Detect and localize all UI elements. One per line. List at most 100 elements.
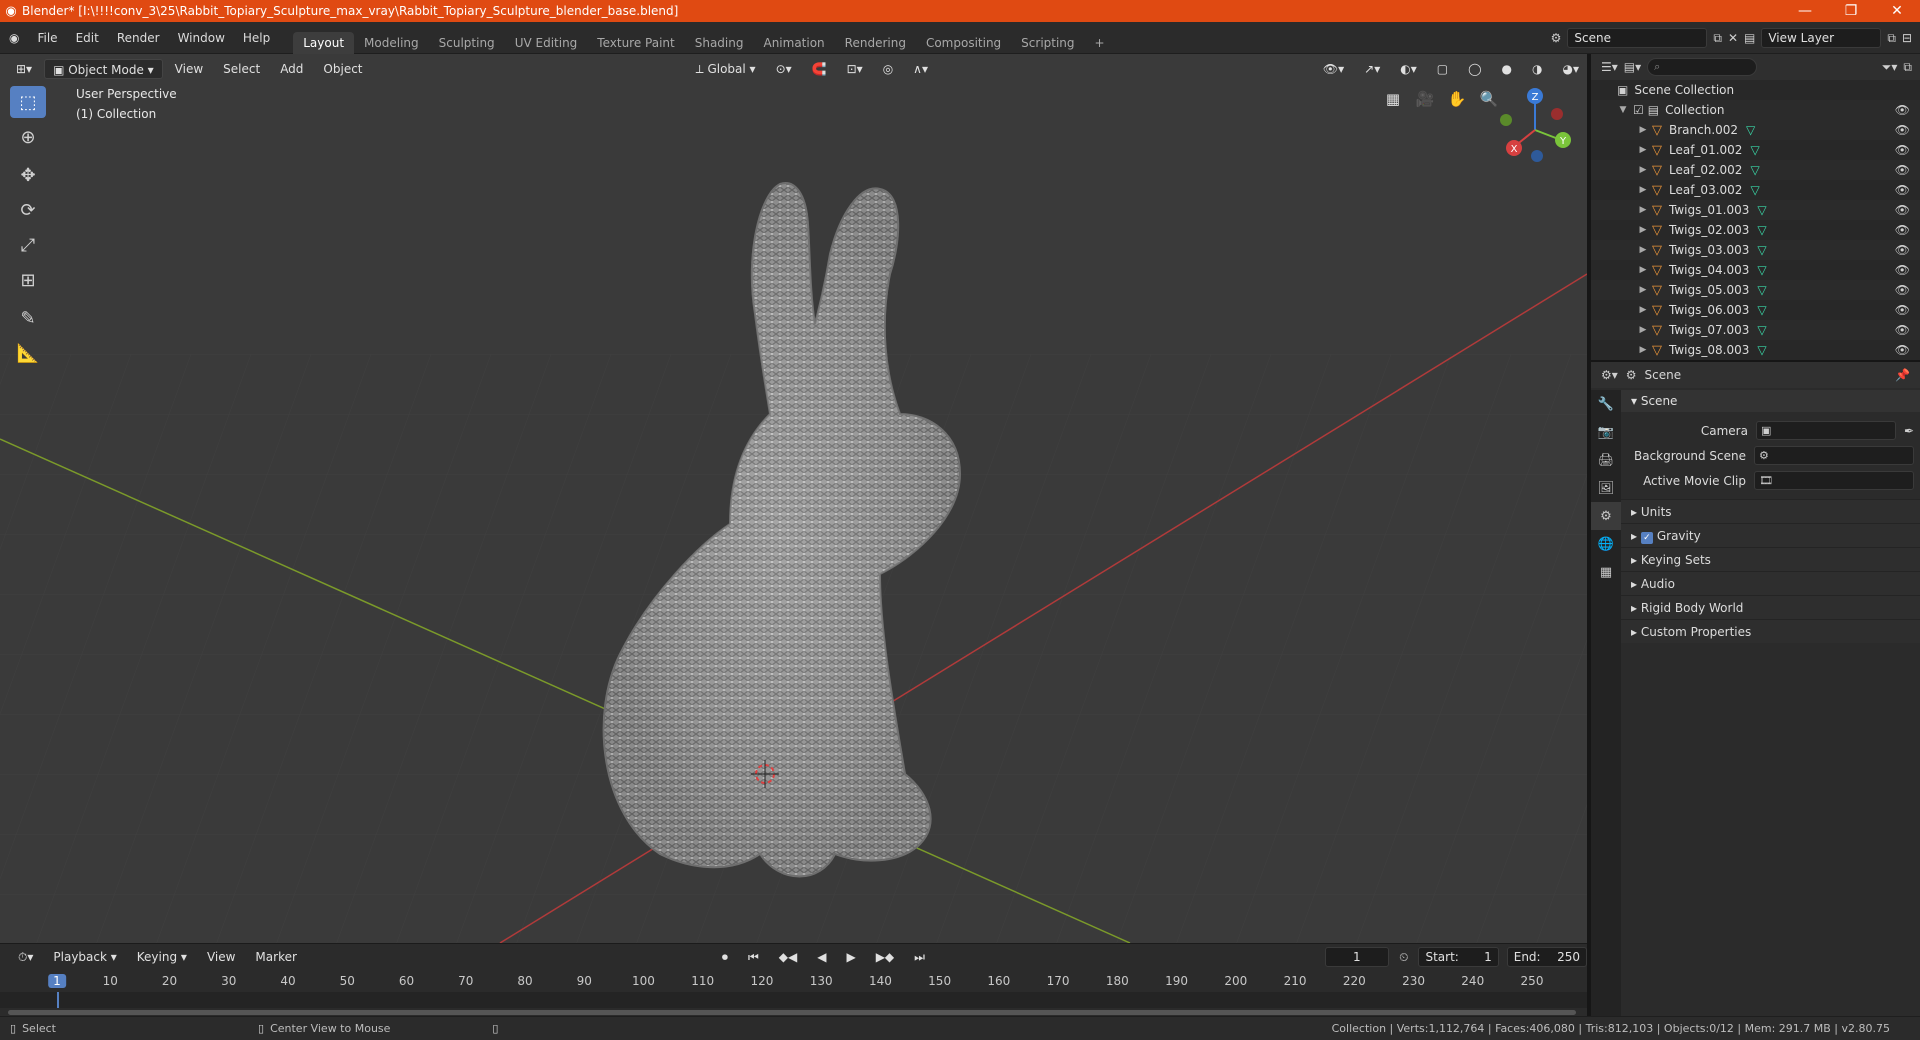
new-view-layer-icon[interactable]: ⧉ <box>1887 31 1896 46</box>
properties-editor-icon[interactable]: ⚙▾ <box>1601 368 1618 382</box>
outliner-item[interactable]: ▶ ▽ Leaf_02.002 ▽ 👁 <box>1591 160 1920 180</box>
shading-solid-icon[interactable]: ● <box>1494 59 1520 79</box>
timeline-menu-marker[interactable]: Marker <box>247 947 304 967</box>
jump-keyframe-forward-icon[interactable]: ▶◆ <box>868 947 902 967</box>
expand-chevron-right-icon[interactable]: ▶ <box>1637 345 1649 355</box>
filter-icon[interactable]: ⏷▾ <box>1882 60 1898 75</box>
gizmo-toggle-icon[interactable]: ↗▾ <box>1356 59 1388 79</box>
mesh-data-icon[interactable]: ▽ <box>1757 263 1766 277</box>
new-scene-icon[interactable]: ⧉ <box>1713 31 1722 46</box>
outliner-search-input[interactable]: ⌕ <box>1647 58 1758 76</box>
blender-menu-icon[interactable]: ◉ <box>0 22 28 54</box>
pan-hand-icon[interactable]: ✋ <box>1444 86 1470 112</box>
minimize-button[interactable]: — <box>1782 3 1828 19</box>
view-layer-field[interactable]: View Layer <box>1761 28 1882 48</box>
proportional-edit-icon[interactable]: ◎ <box>875 59 901 79</box>
gravity-checkbox[interactable]: ✓ <box>1640 532 1653 544</box>
scene-tab-icon[interactable]: ⚙ <box>1591 502 1621 530</box>
maximize-button[interactable]: ❐ <box>1828 3 1874 19</box>
remove-view-layer-icon[interactable]: ⊟ <box>1902 31 1912 45</box>
expand-chevron-right-icon[interactable]: ▶ <box>1637 325 1649 335</box>
mesh-data-icon[interactable]: ▽ <box>1757 343 1766 357</box>
select-box-tool-icon[interactable]: ⬚ <box>10 86 46 118</box>
add-workspace-button[interactable]: + <box>1085 32 1115 54</box>
background-scene-field[interactable]: ⚙ <box>1754 446 1914 465</box>
expand-chevron-right-icon[interactable]: ▶ <box>1637 185 1649 195</box>
mesh-data-icon[interactable]: ▽ <box>1750 163 1759 177</box>
pivot-point-icon[interactable]: ⊙▾ <box>768 59 800 79</box>
outliner-item[interactable]: ▶ ▽ Twigs_02.003 ▽ 👁 <box>1591 220 1920 240</box>
zoom-icon[interactable]: 🔍 <box>1476 86 1502 112</box>
overlays-icon[interactable]: ◐▾ <box>1392 59 1425 79</box>
orientation-selector[interactable]: ⟂ Global ▾ <box>688 59 764 79</box>
outliner-item[interactable]: ▶ ▽ Twigs_01.003 ▽ 👁 <box>1591 200 1920 220</box>
custom-properties-panel[interactable]: ▸ Custom Properties <box>1621 619 1920 643</box>
end-frame-field[interactable]: End: 250 <box>1506 947 1587 967</box>
active-movie-clip-field[interactable]: 🎞 <box>1754 471 1914 490</box>
eye-icon[interactable]: 👁 <box>1895 283 1910 297</box>
mesh-data-icon[interactable]: ▽ <box>1757 283 1766 297</box>
outliner-item[interactable]: ▶ ▽ Twigs_08.003 ▽ 👁 <box>1591 340 1920 360</box>
grid-view-icon[interactable]: ▦ <box>1380 86 1406 112</box>
eye-icon[interactable]: 👁 <box>1895 263 1910 277</box>
expand-chevron-right-icon[interactable]: ▶ <box>1637 245 1649 255</box>
rigid-body-world-panel[interactable]: ▸ Rigid Body World <box>1621 595 1920 619</box>
menu-window[interactable]: Window <box>169 22 234 54</box>
eye-icon[interactable]: 👁 <box>1895 223 1910 237</box>
viewport-canvas[interactable]: Z Y X <box>0 54 1587 943</box>
eyedropper-icon[interactable]: ✒ <box>1904 424 1914 438</box>
output-tab-icon[interactable]: 🖨 <box>1591 446 1621 474</box>
expand-chevron-right-icon[interactable]: ▶ <box>1637 165 1649 175</box>
menu-render[interactable]: Render <box>108 22 169 54</box>
3d-viewport[interactable]: Z Y X ⊞▾ ▣ Object Mode ▾ View Select Add… <box>0 54 1587 943</box>
tab-uv-editing[interactable]: UV Editing <box>505 32 588 54</box>
expand-chevron-right-icon[interactable]: ▶ <box>1637 305 1649 315</box>
mesh-data-icon[interactable]: ▽ <box>1757 303 1766 317</box>
mesh-data-icon[interactable]: ▽ <box>1746 123 1755 137</box>
shading-rendered-icon[interactable]: ◕▾ <box>1555 59 1588 79</box>
keying-sets-panel[interactable]: ▸ Keying Sets <box>1621 547 1920 571</box>
timeline-menu-keying[interactable]: Keying ▾ <box>129 947 195 967</box>
play-icon[interactable]: ▶ <box>838 947 863 967</box>
eye-icon[interactable]: 👁 <box>1895 103 1910 117</box>
tab-compositing[interactable]: Compositing <box>916 32 1011 54</box>
snap-target-icon[interactable]: ⊡▾ <box>839 59 871 79</box>
rotate-tool-icon[interactable]: ⟳ <box>10 194 46 226</box>
start-frame-field[interactable]: Start: 1 <box>1418 947 1499 967</box>
display-mode-icon[interactable]: ▤▾ <box>1624 60 1641 74</box>
timeline-editor-icon[interactable]: ⏱▾ <box>10 947 41 967</box>
tab-rendering[interactable]: Rendering <box>835 32 916 54</box>
cursor-tool-icon[interactable]: ⊕ <box>10 121 46 153</box>
timeline-scrollbar[interactable] <box>8 1010 1576 1015</box>
scene-field[interactable]: Scene <box>1567 28 1708 48</box>
camera-field[interactable]: ▣ <box>1755 421 1896 440</box>
mesh-data-icon[interactable]: ▽ <box>1757 323 1766 337</box>
tool-tab-icon[interactable]: 🔧 <box>1591 390 1621 418</box>
xray-icon[interactable]: ▢ <box>1429 59 1456 79</box>
record-icon[interactable]: ⏺ <box>714 947 736 967</box>
tab-layout[interactable]: Layout <box>293 31 355 54</box>
falloff-icon[interactable]: ∧▾ <box>905 59 936 79</box>
outliner-item[interactable]: ▶ ▽ Twigs_06.003 ▽ 👁 <box>1591 300 1920 320</box>
tab-shading[interactable]: Shading <box>685 32 754 54</box>
mesh-data-icon[interactable]: ▽ <box>1757 243 1766 257</box>
expand-chevron-down-icon[interactable]: ▼ <box>1617 105 1629 115</box>
outliner-item[interactable]: ▶ ▽ Leaf_01.002 ▽ 👁 <box>1591 140 1920 160</box>
new-collection-icon[interactable]: ⧉ <box>1903 60 1912 75</box>
menu-help[interactable]: Help <box>234 22 279 54</box>
eye-icon[interactable]: 👁 <box>1895 323 1910 337</box>
expand-chevron-right-icon[interactable]: ▶ <box>1637 225 1649 235</box>
outliner-scene-collection[interactable]: ▣ Scene Collection <box>1591 80 1920 100</box>
tab-animation[interactable]: Animation <box>753 32 834 54</box>
visibility-icon[interactable]: 👁▾ <box>1315 59 1352 79</box>
scene-panel-header[interactable]: ▾ Scene <box>1621 390 1920 412</box>
viewport-menu-select[interactable]: Select <box>215 59 268 79</box>
view-layer-tab-icon[interactable]: 🖼 <box>1591 474 1621 502</box>
viewport-menu-add[interactable]: Add <box>272 59 311 79</box>
transform-tool-icon[interactable]: ⊞ <box>10 264 46 296</box>
mode-selector[interactable]: ▣ Object Mode ▾ <box>44 59 163 79</box>
eye-icon[interactable]: 👁 <box>1895 183 1910 197</box>
eye-icon[interactable]: 👁 <box>1895 123 1910 137</box>
menu-edit[interactable]: Edit <box>67 22 108 54</box>
eye-icon[interactable]: 👁 <box>1895 203 1910 217</box>
